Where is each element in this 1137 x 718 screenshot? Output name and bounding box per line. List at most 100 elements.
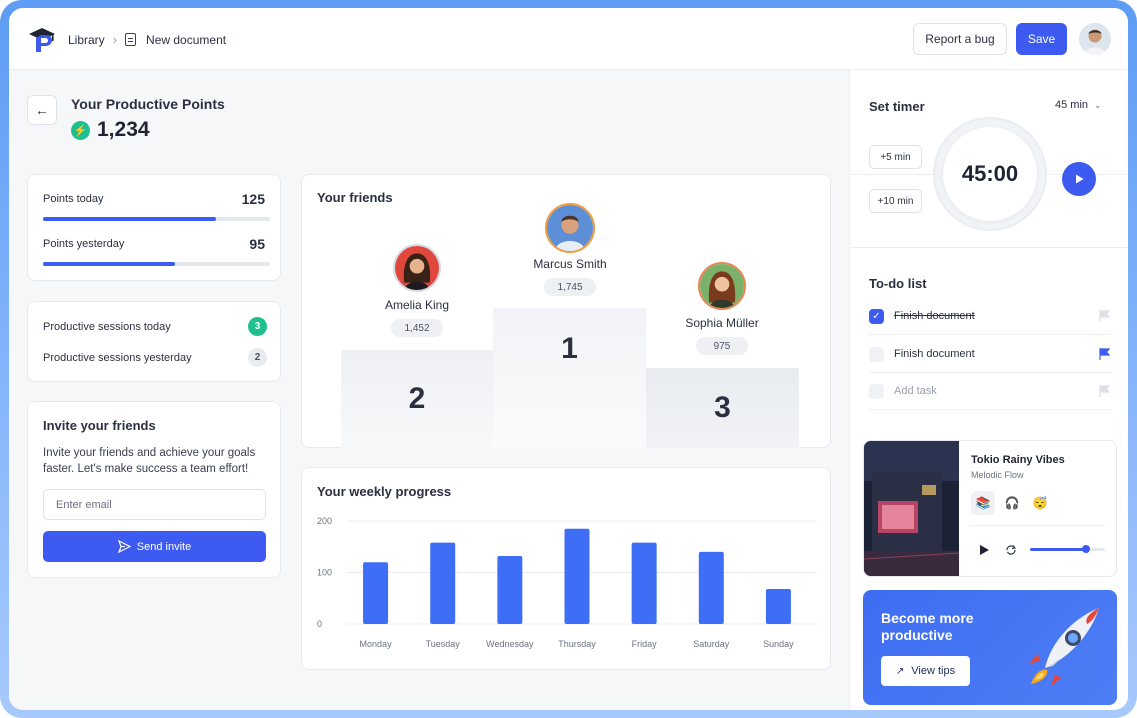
music-play-icon[interactable] <box>978 544 990 556</box>
todo-item-2[interactable]: Finish document <box>869 336 1112 373</box>
weekly-title: Your weekly progress <box>317 484 452 499</box>
bolt-icon: ⚡ <box>71 120 90 140</box>
timer-ring: 45:00 <box>933 117 1047 231</box>
points-yesterday-bar <box>43 262 270 266</box>
todo-checkbox-checked[interactable]: ✓ <box>869 308 884 324</box>
invite-card: Invite your friends Invite your friends … <box>27 401 281 578</box>
timer-face: 45:00 <box>943 127 1037 221</box>
play-icon <box>1076 174 1084 184</box>
friend-name-amelia: Amelia King <box>384 298 450 312</box>
bar-thursday[interactable] <box>564 528 590 624</box>
bar-monday[interactable] <box>363 562 389 624</box>
points-total-value: 1,234 <box>97 118 150 141</box>
app-window: Library › New document Report a bug Save… <box>9 8 1128 710</box>
headphones-icon[interactable]: 🎧 <box>1000 491 1024 515</box>
view-tips-button[interactable]: ↗ View tips <box>881 656 970 686</box>
x-tick-label: Friday <box>632 639 658 649</box>
add-task-checkbox <box>869 383 884 399</box>
friend-avatar-marcus-image <box>547 205 593 251</box>
books-icon[interactable]: 📚 <box>971 491 995 515</box>
promo-banner: Become more productive ↗ View tips <box>863 590 1117 705</box>
main-area: ← Your Productive Points ⚡ 1,234 Points … <box>9 70 849 710</box>
flag-icon-empty[interactable] <box>1099 385 1110 397</box>
music-progress-knob[interactable] <box>1082 545 1091 553</box>
rank-third: 3 <box>714 391 731 424</box>
points-total: ⚡ 1,234 <box>71 118 150 142</box>
breadcrumb-library[interactable]: Library <box>68 33 105 47</box>
invite-title: Invite your friends <box>43 418 156 433</box>
rank-first: 1 <box>561 332 578 365</box>
timer-duration-select[interactable]: 45 min ⌄ <box>1055 99 1102 111</box>
bar-saturday[interactable] <box>698 551 724 624</box>
todo-item-1-label: Finish document <box>894 310 975 322</box>
sessions-card: Productive sessions today 3 Productive s… <box>27 301 281 382</box>
todo-checkbox-unchecked[interactable] <box>869 346 884 362</box>
send-invite-button[interactable]: Send invite <box>43 531 266 562</box>
add-5-min-button[interactable]: +5 min <box>869 145 922 169</box>
bar-wednesday[interactable] <box>497 556 523 624</box>
track-title: Tokio Rainy Vibes <box>971 454 1065 466</box>
points-yesterday-fill <box>43 262 175 266</box>
promo-title-line1: Become more <box>881 610 974 626</box>
y-tick-label: 100 <box>317 568 332 578</box>
sessions-today-label: Productive sessions today <box>43 321 171 333</box>
music-progress-track[interactable] <box>1030 548 1105 551</box>
bar-tuesday[interactable] <box>430 542 456 624</box>
flag-icon[interactable] <box>1099 310 1110 322</box>
track-artist: Melodic Flow <box>971 470 1024 480</box>
repeat-icon[interactable] <box>1005 544 1017 556</box>
todo-item-1[interactable]: ✓ Finish document <box>869 298 1112 335</box>
breadcrumb: Library › New document <box>68 32 226 47</box>
send-invite-label: Send invite <box>136 540 192 553</box>
friends-title: Your friends <box>317 190 393 205</box>
top-bar: Library › New document Report a bug Save <box>9 8 1128 70</box>
friend-avatar-sophia-image <box>700 264 744 308</box>
friend-points-marcus: 1,745 <box>544 278 596 296</box>
bar-sunday[interactable] <box>765 588 791 624</box>
user-avatar[interactable] <box>1079 23 1111 55</box>
report-bug-button[interactable]: Report a bug <box>913 23 1007 55</box>
email-input[interactable] <box>43 489 266 520</box>
timer-duration-value: 45 min <box>1055 99 1089 111</box>
save-button[interactable]: Save <box>1016 23 1067 55</box>
points-yesterday-label: Points yesterday <box>43 238 125 250</box>
friend-points-amelia: 1,452 <box>391 319 443 337</box>
x-tick-label: Monday <box>360 639 393 649</box>
podium-third: 3 <box>646 368 799 448</box>
invite-text: Invite your friends and achieve your goa… <box>43 447 256 475</box>
flag-icon-active[interactable] <box>1099 348 1110 360</box>
bar-friday[interactable] <box>631 542 657 624</box>
timer-display: 45:00 <box>961 161 1019 186</box>
friends-card: Your friends 2 1 3 Amelia King 1,452 Mar… <box>301 174 831 448</box>
friend-avatar-amelia-image <box>395 246 439 290</box>
sleepy-icon[interactable]: 😴 <box>1028 491 1052 515</box>
points-today-fill <box>43 217 216 221</box>
music-player: Tokio Rainy Vibes Melodic Flow 📚 🎧 😴 <box>863 440 1117 577</box>
y-tick-label: 200 <box>317 516 332 526</box>
timer-bottom-divider <box>850 247 1128 248</box>
x-tick-label: Tuesday <box>426 639 461 649</box>
timer-play-button[interactable] <box>1062 162 1096 196</box>
friend-avatar-marcus[interactable] <box>545 203 595 253</box>
sessions-today-badge: 3 <box>248 317 267 336</box>
page-title: Your Productive Points <box>71 96 225 112</box>
music-divider <box>971 525 1106 526</box>
back-button[interactable]: ← <box>27 95 57 125</box>
app-logo <box>29 28 55 52</box>
y-tick-label: 0 <box>317 619 322 629</box>
add-task-label[interactable]: Add task <box>894 385 937 397</box>
x-tick-label: Sunday <box>763 639 794 649</box>
friend-points-sophia: 975 <box>696 337 748 355</box>
sessions-yesterday-label: Productive sessions yesterday <box>43 352 192 364</box>
points-card: Points today 125 Points yesterday 95 <box>27 174 281 281</box>
x-tick-label: Saturday <box>693 639 730 649</box>
todo-item-2-label: Finish document <box>894 348 975 360</box>
add-10-min-button[interactable]: +10 min <box>869 189 922 213</box>
add-task-row[interactable]: Add task <box>869 373 1112 410</box>
sessions-yesterday-badge: 2 <box>248 348 267 367</box>
weekly-progress-card: Your weekly progress 200 100 0 Monday Tuesda… <box>301 467 831 670</box>
album-cover <box>864 441 959 576</box>
friend-avatar-sophia[interactable] <box>698 262 746 310</box>
friend-avatar-amelia[interactable] <box>393 244 441 292</box>
breadcrumb-current[interactable]: New document <box>146 33 226 47</box>
